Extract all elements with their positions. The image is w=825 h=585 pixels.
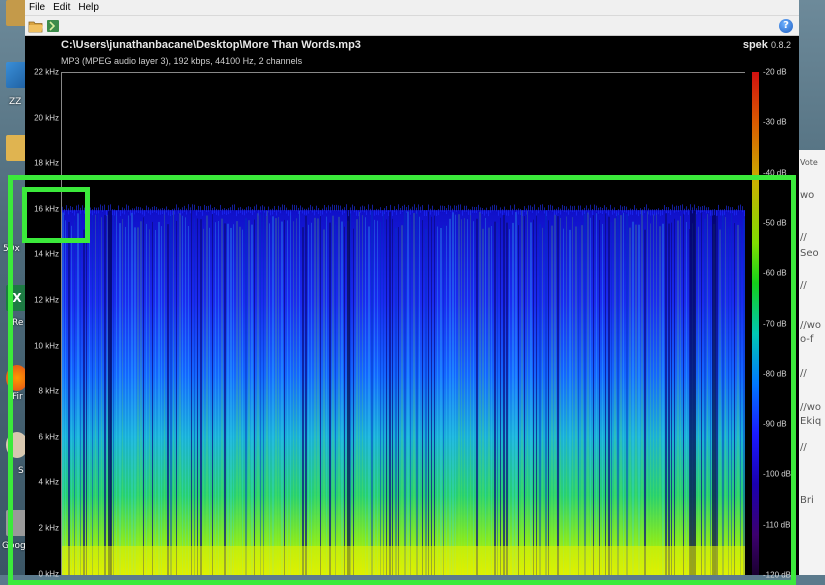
frequency-tick-label: 12 kHz	[34, 295, 59, 305]
menu-file[interactable]: File	[25, 0, 49, 16]
background-text: Bri	[800, 495, 814, 506]
decibel-tick-label: -80 dB	[763, 369, 787, 379]
spectrogram-image	[62, 204, 745, 575]
desktop-icon-label: S	[18, 466, 24, 476]
frequency-tick-label: 4 kHz	[38, 477, 59, 487]
decibel-tick-label: -50 dB	[763, 218, 787, 228]
decibel-tick-label: -110 dB	[763, 520, 791, 530]
save-icon[interactable]	[45, 18, 61, 34]
file-path: C:\Users\junathanbacane\Desktop\More Tha…	[61, 39, 361, 51]
decibel-tick-label: -30 dB	[763, 117, 787, 127]
spek-window: File Edit Help ? C:\Users\junathanbacane…	[25, 0, 799, 580]
app-version: 0.8.2	[770, 40, 791, 50]
decibel-tick-label: -120 dB	[763, 570, 792, 580]
folder-open-icon[interactable]	[28, 18, 44, 34]
background-text: Ekiq	[800, 416, 822, 427]
frequency-tick-label: 18 kHz	[34, 158, 59, 168]
background-text: Vote	[800, 158, 818, 167]
frequency-tick-label: 10 kHz	[34, 341, 59, 351]
frequency-tick-label: 0 kHz	[38, 569, 59, 579]
background-text: //	[800, 442, 807, 453]
menu-edit[interactable]: Edit	[49, 0, 74, 16]
decibel-tick-label: -40 dB	[763, 168, 787, 178]
help-icon[interactable]: ?	[779, 19, 793, 33]
background-text: //wo	[800, 320, 822, 331]
spectrogram-plot[interactable]	[61, 72, 745, 575]
frequency-tick-label: 6 kHz	[38, 432, 59, 442]
app-brand: spek 0.8.2	[743, 39, 791, 51]
desktop-icon-label: 50x	[3, 244, 20, 254]
decibel-tick-label: -100 dB	[763, 469, 792, 479]
file-details: MP3 (MPEG audio layer 3), 192 kbps, 4410…	[61, 56, 303, 66]
background-text: Seo	[800, 248, 819, 259]
frequency-tick-label: 16 kHz	[34, 204, 59, 214]
decibel-tick-label: -20 dB	[763, 67, 787, 77]
decibel-tick-label: -90 dB	[763, 419, 787, 429]
background-text: //	[800, 280, 807, 291]
desktop-icon-label: ZZ	[9, 97, 22, 107]
decibel-tick-label: -60 dB	[763, 268, 787, 278]
color-scale-bar	[752, 72, 759, 575]
frequency-tick-label: 22 kHz	[34, 67, 59, 77]
background-text: wo	[800, 190, 815, 201]
app-name: spek	[742, 39, 768, 51]
desktop-icon-label: Goog	[2, 541, 26, 551]
frequency-tick-label: 20 kHz	[34, 113, 59, 123]
menu-help[interactable]: Help	[74, 0, 103, 16]
frequency-tick-label: 2 kHz	[38, 523, 59, 533]
toolbar: ?	[25, 16, 799, 36]
desktop-icon-label: Re	[12, 318, 24, 328]
background-text: //wo	[800, 402, 822, 413]
decibel-tick-label: -70 dB	[763, 319, 787, 328]
menu-bar: File Edit Help	[25, 0, 799, 16]
desktop-icon-label: Fir	[12, 392, 23, 402]
frequency-tick-label: 14 kHz	[34, 249, 59, 259]
background-text: o-f	[800, 334, 814, 345]
background-text: //	[800, 368, 807, 379]
background-text: //	[800, 232, 807, 243]
frequency-tick-label: 8 kHz	[38, 386, 59, 396]
decibel-axis: -20 dB -30 dB -40 dB -50 dB -60 dB -70 dB -80 …	[761, 68, 799, 580]
background-window-edge: Vote wo // Seo // //wo o-f // //wo Ekiq …	[798, 150, 825, 575]
frequency-axis: 22 kHz 20 kHz 18 kHz 16 kHz 14 kHz 12 kHz 10 k…	[25, 68, 61, 579]
